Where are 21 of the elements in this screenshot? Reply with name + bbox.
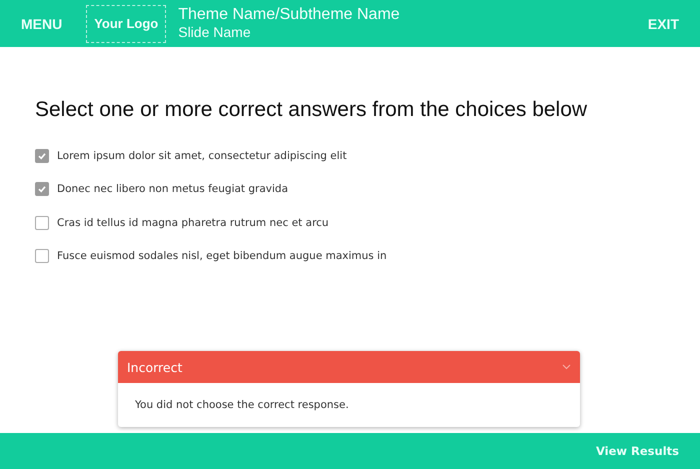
check-icon	[37, 184, 47, 194]
logo: Your Logo	[86, 4, 166, 42]
choice-label: Lorem ipsum dolor sit amet, consectetur adipiscing elit	[57, 150, 347, 162]
question-text: Select one or more correct answers from the choices below	[35, 98, 588, 122]
exit-button[interactable]: EXIT	[648, 16, 679, 32]
check-icon	[37, 150, 47, 161]
view-results-button[interactable]: View Results	[596, 444, 679, 458]
choice-label: Fusce euismod sodales nisl, eget bibendum augue maximus in	[57, 250, 387, 262]
checkbox[interactable]	[35, 182, 49, 196]
theme-title: Theme Name/Subtheme Name	[178, 6, 401, 24]
checkbox[interactable]	[35, 216, 49, 230]
menu-button[interactable]: MENU	[21, 16, 62, 32]
slide-title: Slide Name	[178, 24, 252, 41]
choice-label: Donec nec libero non metus feugiat gravida	[57, 183, 288, 196]
feedback-message: You did not choose the correct response.	[135, 399, 349, 411]
choice-label: Cras id tellus id magna pharetra rutrum nec et arcu	[57, 216, 329, 229]
checkbox[interactable]	[35, 249, 49, 264]
feedback-header[interactable]: Incorrect	[118, 351, 580, 383]
checkbox[interactable]	[35, 148, 49, 163]
chevron-icon	[562, 364, 571, 370]
feedback-title: Incorrect	[127, 360, 182, 374]
